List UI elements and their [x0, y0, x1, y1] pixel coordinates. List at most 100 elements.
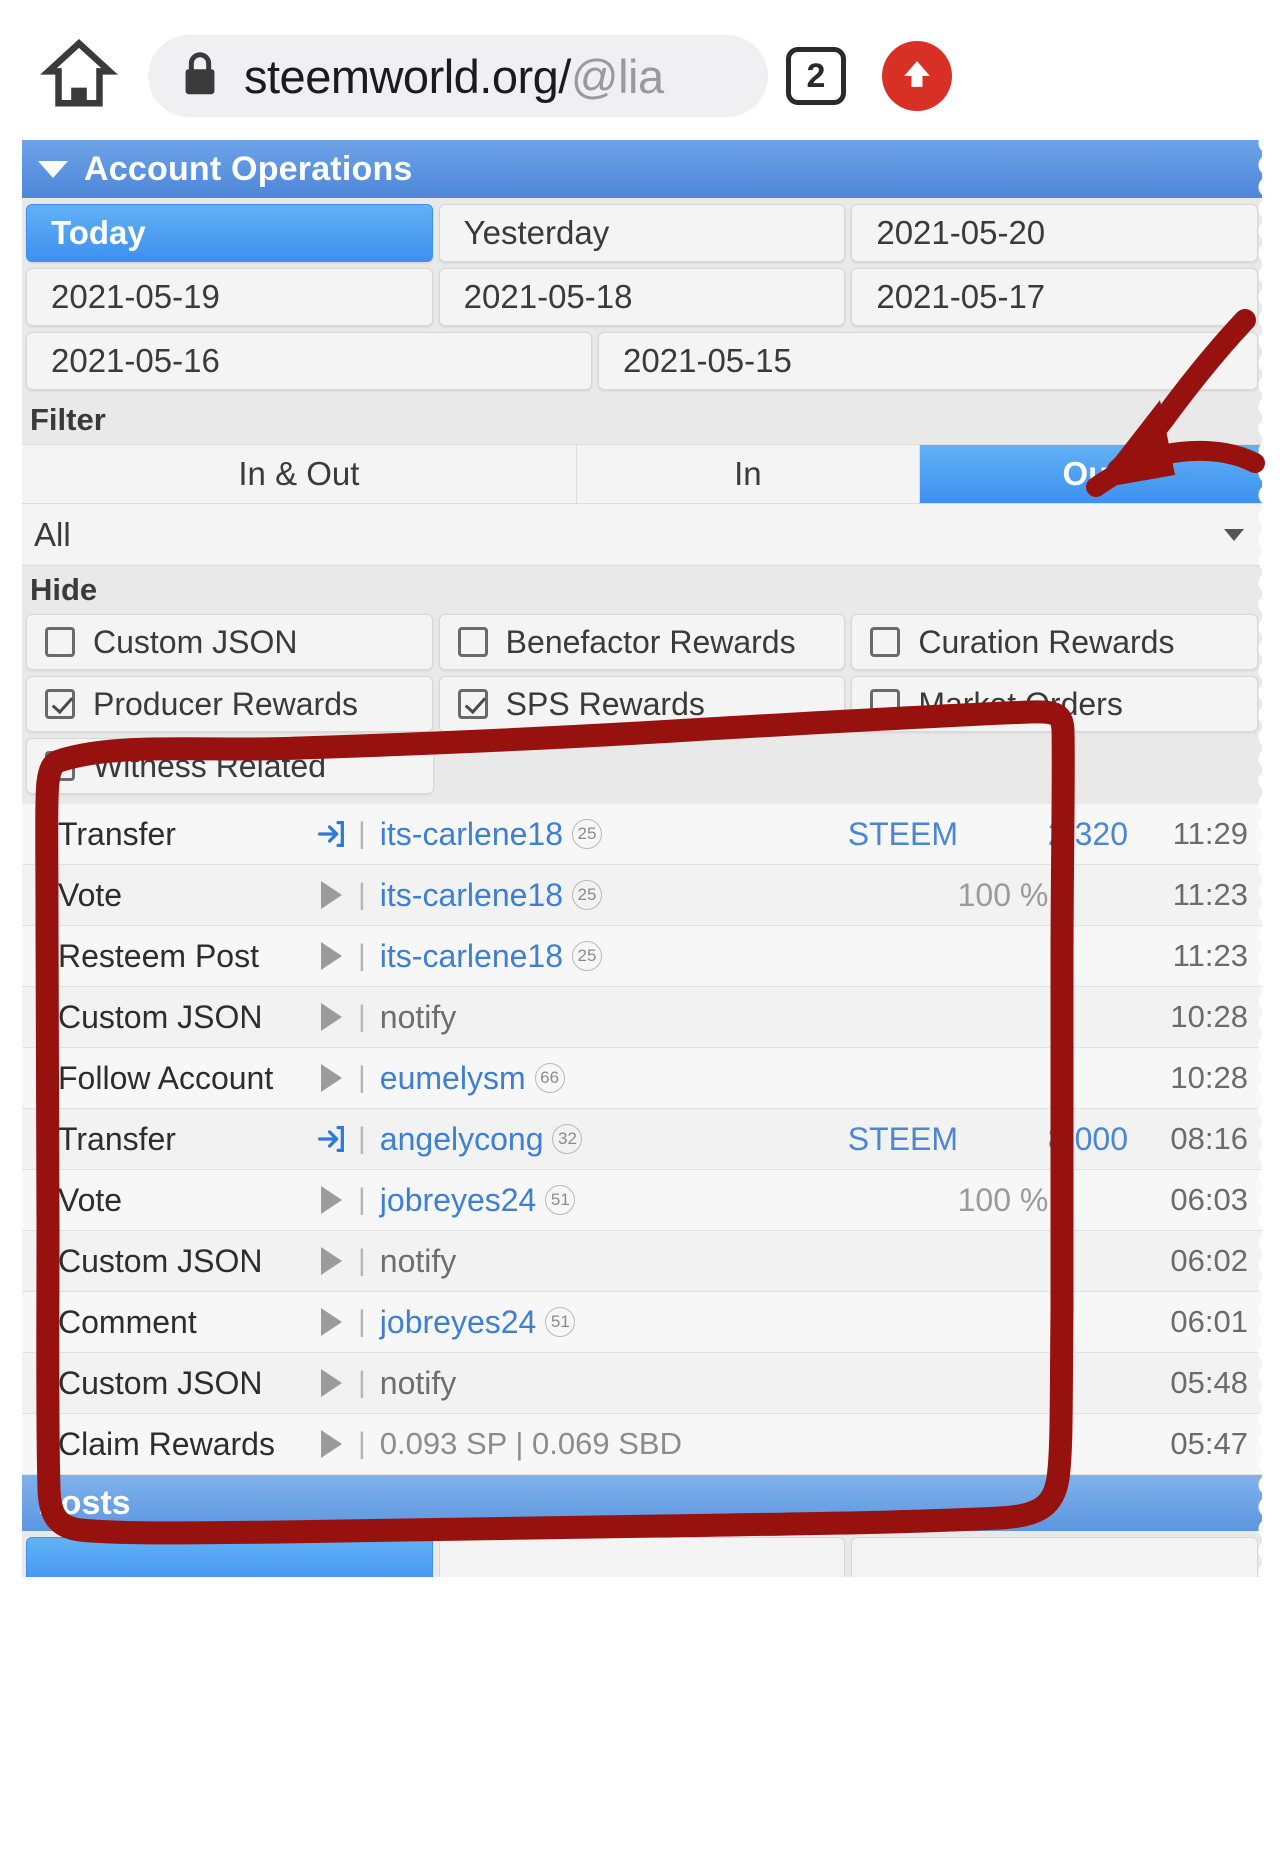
play-triangle-icon[interactable]: [308, 942, 354, 970]
tab-count-button[interactable]: 2: [786, 47, 846, 105]
operation-type: Custom JSON: [58, 1364, 263, 1401]
home-icon: [40, 35, 118, 118]
play-triangle-icon[interactable]: [308, 1247, 354, 1275]
operation-detail: | notify: [308, 999, 1128, 1036]
date-button-label: 2021-05-19: [51, 278, 220, 315]
detail-separator: |: [358, 817, 366, 850]
upload-arrow-icon: [895, 52, 939, 101]
posts-tab-1[interactable]: [26, 1537, 433, 1577]
operation-account-link[interactable]: jobreyes24: [380, 1182, 537, 1219]
operation-type: Comment: [58, 1303, 197, 1340]
hide-checkbox-custom-json[interactable]: Custom JSON: [26, 614, 433, 670]
table-row[interactable]: Custom JSON | notify 06:02: [22, 1231, 1262, 1292]
table-row[interactable]: Comment | jobreyes24 51 06:01: [22, 1292, 1262, 1353]
transfer-in-icon: [308, 1122, 354, 1156]
play-triangle-icon[interactable]: [308, 1064, 354, 1092]
hide-option-label: Custom JSON: [93, 623, 298, 660]
table-row[interactable]: Transfer | its-carlene18 25 STEEM 2.320 …: [22, 804, 1262, 865]
operation-type: Transfer: [58, 1120, 176, 1157]
url-text: steemworld.org/@lia: [244, 49, 664, 104]
date-button-2021-05-15[interactable]: 2021-05-15: [598, 332, 1258, 390]
date-button-2021-05-18[interactable]: 2021-05-18: [438, 268, 846, 326]
hide-option-label: Witness Related: [93, 747, 326, 784]
operation-type-select[interactable]: All: [22, 504, 1262, 566]
hide-checkbox-benefactor-rewards[interactable]: Benefactor Rewards: [438, 614, 846, 670]
detail-separator: |: [358, 1366, 366, 1399]
table-row[interactable]: Claim Rewards | 0.093 SP | 0.069 SBD 05:…: [22, 1414, 1262, 1475]
filter-in-button[interactable]: In: [576, 445, 920, 503]
operation-account-link[interactable]: angelycong: [380, 1121, 544, 1158]
home-button[interactable]: [36, 33, 122, 119]
lock-icon: [178, 49, 222, 104]
operation-time: 10:28: [1170, 1060, 1248, 1095]
table-row[interactable]: Vote | jobreyes24 51 100 % 06:03: [22, 1170, 1262, 1231]
detail-separator: |: [358, 1244, 366, 1277]
hide-row-spacer: [852, 738, 1258, 794]
operation-type: Transfer: [58, 815, 176, 852]
operation-detail: | 0.093 SP | 0.069 SBD: [308, 1426, 1128, 1462]
operation-time: 06:02: [1170, 1243, 1248, 1278]
table-row[interactable]: Resteem Post | its-carlene18 25 11:23: [22, 926, 1262, 987]
reputation-badge: 25: [572, 819, 602, 849]
operations-list: Transfer | its-carlene18 25 STEEM 2.320 …: [22, 804, 1262, 1475]
date-button-yesterday[interactable]: Yesterday: [438, 204, 846, 262]
hide-checkbox-witness-related[interactable]: Witness Related: [26, 738, 434, 794]
upload-button[interactable]: [882, 41, 952, 111]
operation-type: Vote: [58, 876, 123, 913]
operation-time: 08:16: [1170, 1121, 1248, 1156]
operation-account-link[interactable]: its-carlene18: [380, 877, 563, 914]
operation-detail: | notify: [308, 1365, 1128, 1402]
table-row[interactable]: Transfer | angelycong 32 STEEM 8.000 08:…: [22, 1109, 1262, 1170]
date-button-2021-05-16[interactable]: 2021-05-16: [26, 332, 593, 390]
hide-checkbox-curation-rewards[interactable]: Curation Rewards: [851, 614, 1259, 670]
filter-out-button[interactable]: Out: [919, 445, 1262, 503]
hide-row-spacer: [440, 738, 846, 794]
posts-section-header[interactable]: Posts: [22, 1475, 1262, 1531]
table-row[interactable]: Follow Account | eumelysm 66 10:28: [22, 1048, 1262, 1109]
hide-checkbox-producer-rewards[interactable]: Producer Rewards: [26, 676, 433, 732]
hide-checkbox-sps-rewards[interactable]: SPS Rewards: [438, 676, 846, 732]
play-triangle-icon[interactable]: [308, 1430, 354, 1458]
play-triangle-icon[interactable]: [308, 881, 354, 909]
operation-time: 11:23: [1172, 877, 1248, 912]
checkbox-icon: [45, 627, 75, 657]
table-row[interactable]: Vote | its-carlene18 25 100 % 11:23: [22, 865, 1262, 926]
hide-checkbox-market-orders[interactable]: Market Orders: [851, 676, 1259, 732]
operation-account-link[interactable]: eumelysm: [380, 1060, 526, 1097]
operation-time: 11:23: [1172, 938, 1248, 973]
date-row-2: 2021-05-19 2021-05-18 2021-05-17: [22, 268, 1262, 332]
play-triangle-icon[interactable]: [308, 1369, 354, 1397]
date-button-2021-05-20[interactable]: 2021-05-20: [851, 204, 1259, 262]
operation-type: Vote: [58, 1181, 123, 1218]
play-triangle-icon[interactable]: [308, 1308, 354, 1336]
operation-account-link[interactable]: its-carlene18: [380, 816, 563, 853]
date-button-label: 2021-05-18: [463, 278, 633, 315]
hide-label: Hide: [22, 566, 1262, 614]
filter-in-and-out-button[interactable]: In & Out: [22, 445, 577, 503]
date-button-label: 2021-05-16: [51, 342, 220, 379]
operation-account-label: notify: [379, 1242, 457, 1279]
account-operations-header[interactable]: Account Operations: [22, 140, 1262, 198]
date-button-today[interactable]: Today: [26, 204, 433, 262]
table-row[interactable]: Custom JSON | notify 05:48: [22, 1353, 1262, 1414]
table-row[interactable]: Custom JSON | notify 10:28: [22, 987, 1262, 1048]
play-triangle-icon[interactable]: [308, 1003, 354, 1031]
operation-currency: STEEM: [847, 1120, 958, 1157]
operation-type-value: All: [34, 515, 71, 553]
checkbox-icon: [457, 627, 488, 657]
date-button-2021-05-19[interactable]: 2021-05-19: [26, 268, 433, 326]
posts-tab-3[interactable]: [851, 1537, 1259, 1577]
reputation-badge: 32: [552, 1124, 583, 1154]
operation-reward-amounts: 0.093 SP | 0.069 SBD: [379, 1426, 682, 1461]
date-button-2021-05-17[interactable]: 2021-05-17: [851, 268, 1259, 326]
checkbox-checked-icon: [457, 689, 488, 719]
play-triangle-icon[interactable]: [308, 1186, 354, 1214]
checkbox-icon: [45, 751, 75, 781]
operation-type: Follow Account: [58, 1059, 274, 1096]
operation-account-link[interactable]: its-carlene18: [380, 938, 563, 975]
posts-tab-2[interactable]: [438, 1537, 846, 1577]
operation-account-link[interactable]: jobreyes24: [380, 1304, 537, 1341]
address-bar[interactable]: steemworld.org/@lia: [148, 35, 768, 117]
hide-option-label: SPS Rewards: [505, 685, 705, 722]
date-button-label: 2021-05-17: [876, 278, 1046, 315]
